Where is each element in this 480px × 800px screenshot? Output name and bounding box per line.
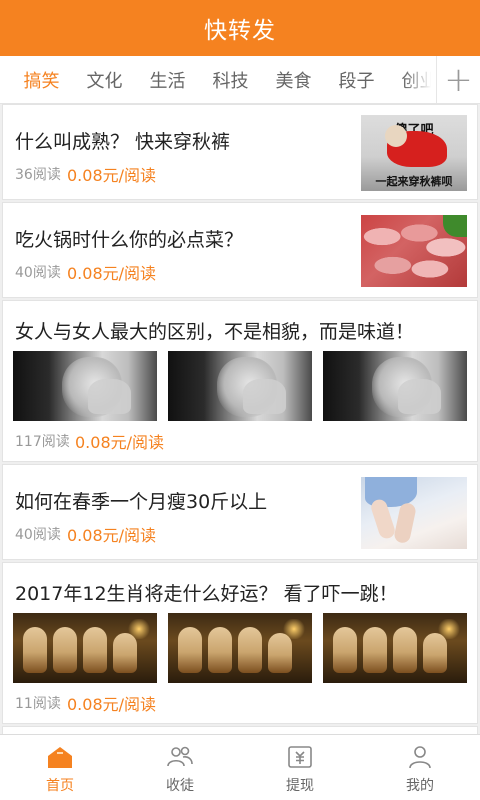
nav-apprentice-label: 收徒: [166, 778, 194, 794]
article-thumbnail: [361, 477, 467, 549]
hand-shape: [87, 379, 132, 414]
hand-shape: [397, 379, 442, 414]
article-thumbnail: 傻了吧 一起来穿秋裤呗: [361, 115, 467, 191]
wallet-icon: [288, 746, 312, 768]
doll-figure: [238, 627, 262, 673]
reward-price: 0.08元/阅读: [67, 695, 157, 714]
tab-funny[interactable]: 搞笑: [10, 67, 73, 93]
read-count: 40阅读: [15, 527, 61, 543]
tab-tech[interactable]: 科技: [199, 67, 262, 93]
tab-life[interactable]: 生活: [136, 67, 199, 93]
doll-figure: [423, 633, 447, 673]
tab-food[interactable]: 美食: [262, 67, 325, 93]
article-title: 吃火锅时什么你的必点菜？: [15, 229, 244, 251]
add-category-button[interactable]: +: [436, 56, 480, 103]
article-card[interactable]: 吃火锅时什么你的必点菜？ 40阅读 0.08元/阅读: [2, 202, 478, 298]
doll-figure: [113, 633, 137, 673]
article-feed[interactable]: 什么叫成熟？ 快来穿秋裤 36阅读 0.08元/阅读 傻了吧 一起来穿秋裤呗 吃…: [0, 104, 480, 734]
read-count: 11阅读: [15, 696, 61, 712]
garnish: [443, 215, 467, 237]
article-card[interactable]: [2, 726, 478, 734]
doll-figure: [53, 627, 77, 673]
reward-price: 0.08元/阅读: [67, 264, 157, 283]
article-title: 如何在春季一个月瘦30斤以上: [15, 491, 268, 513]
article-image: [168, 613, 312, 683]
plus-icon: +: [444, 60, 473, 100]
tab-jokes[interactable]: 段子: [325, 67, 388, 93]
light-glow: [127, 619, 151, 639]
tab-fade: [404, 56, 438, 103]
article-card[interactable]: 2017年12生肖将走什么好运？ 看了吓一跳！ 11阅读 0.08元/阅读: [2, 562, 478, 724]
nav-profile-label: 我的: [406, 778, 434, 794]
tab-culture[interactable]: 文化: [73, 67, 136, 93]
doll-figure: [393, 627, 417, 673]
article-card[interactable]: 女人与女人最大的区别，不是相貌，而是味道！ 117阅读 0.08元/阅读: [2, 300, 478, 462]
article-title: 2017年12生肖将走什么好运？ 看了吓一跳！: [15, 583, 398, 605]
app-header: 快转发: [0, 0, 480, 56]
doll-figure: [363, 627, 387, 673]
article-card[interactable]: 什么叫成熟？ 快来穿秋裤 36阅读 0.08元/阅读 傻了吧 一起来穿秋裤呗: [2, 104, 478, 200]
doll-figure: [208, 627, 232, 673]
article-thumbnail: [361, 215, 467, 287]
page-title: 快转发: [204, 18, 276, 44]
nav-home-label: 首页: [46, 778, 74, 794]
nav-apprentice[interactable]: 收徒: [120, 735, 240, 800]
reward-price: 0.08元/阅读: [75, 433, 165, 452]
category-tabs: 搞笑 文化 生活 科技 美食 段子 创业 +: [0, 56, 480, 104]
doll-figure: [268, 633, 292, 673]
nav-withdraw[interactable]: 提现: [240, 735, 360, 800]
dog-head: [385, 125, 407, 147]
tab-strip[interactable]: 搞笑 文化 生活 科技 美食 段子 创业: [10, 56, 451, 103]
reward-price: 0.08元/阅读: [67, 526, 157, 545]
reward-price: 0.08元/阅读: [67, 166, 157, 185]
user-icon: [409, 746, 431, 769]
hand-shape: [242, 379, 287, 414]
read-count: 117阅读: [15, 434, 70, 450]
article-image: [13, 613, 157, 683]
doll-figure: [83, 627, 107, 673]
bottom-navigation: 首页 收徒 提现 我的: [0, 734, 480, 800]
read-count: 40阅读: [15, 265, 61, 281]
image-caption-bottom: 一起来穿秋裤呗: [375, 175, 453, 188]
doll-figure: [178, 627, 202, 673]
nav-home[interactable]: 首页: [0, 735, 120, 800]
light-glow: [437, 619, 461, 639]
article-card[interactable]: 如何在春季一个月瘦30斤以上 40阅读 0.08元/阅读: [2, 464, 478, 560]
home-icon: [48, 747, 72, 768]
article-image: [168, 351, 312, 421]
nav-withdraw-label: 提现: [286, 778, 314, 794]
leg-shape: [393, 501, 417, 545]
light-glow: [282, 619, 306, 639]
doll-figure: [333, 627, 357, 673]
article-image: [323, 351, 467, 421]
article-image: [323, 613, 467, 683]
nav-profile[interactable]: 我的: [360, 735, 480, 800]
article-title: 女人与女人最大的区别，不是相貌，而是味道！: [15, 321, 415, 343]
users-icon: [167, 746, 193, 767]
article-title: 什么叫成熟？ 快来穿秋裤: [15, 131, 231, 153]
read-count: 36阅读: [15, 167, 61, 183]
article-image: [13, 351, 157, 421]
doll-figure: [23, 627, 47, 673]
